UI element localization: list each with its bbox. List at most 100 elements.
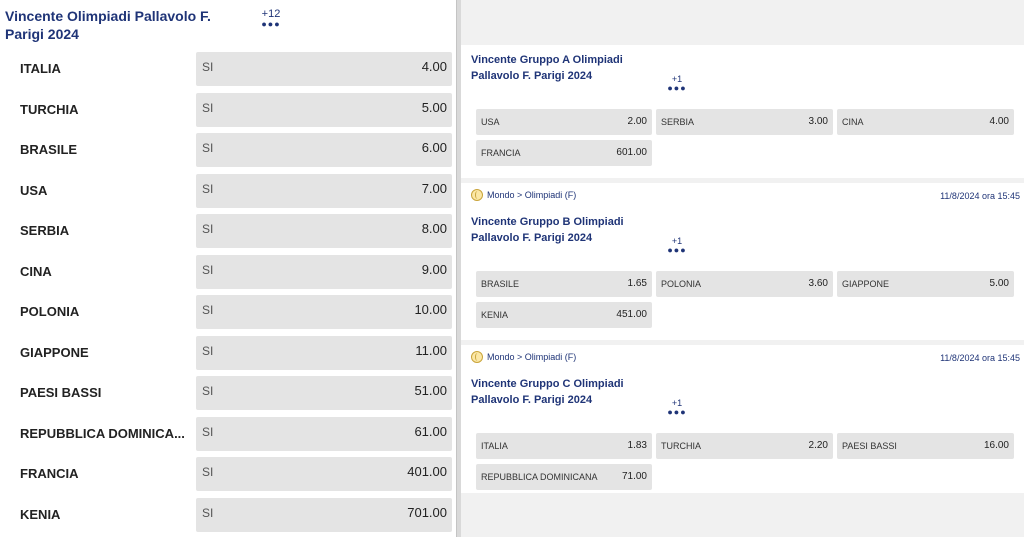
team-row: POLONIA SI 10.00: [0, 295, 456, 329]
group-title: Vincente Gruppo A Olimpiadi Pallavolo F.…: [471, 54, 623, 82]
team-row: GIAPPONE SI 11.00: [0, 336, 456, 370]
odd-button[interactable]: KENIA 451.00: [476, 302, 652, 328]
more-markets-button[interactable]: +1 ●●●: [666, 236, 688, 255]
team-name: SERBIA: [20, 223, 70, 238]
selection-label: SI: [202, 141, 214, 155]
group-card: Mondo > Olimpiadi (F) 11/8/2024 ora 15:4…: [461, 183, 1024, 340]
selection-label: SI: [202, 344, 214, 358]
odd-value: 51.00: [414, 383, 447, 398]
team-row: FRANCIA SI 401.00: [0, 457, 456, 491]
team-row: REPUBBLICA DOMINICA... SI 61.00: [0, 417, 456, 451]
odd-button[interactable]: SI 51.00: [196, 376, 452, 410]
option-label: PAESI BASSI: [842, 441, 897, 451]
team-name: BRASILE: [20, 142, 78, 157]
team-name: ITALIA: [20, 61, 61, 76]
more-markets-button[interactable]: +12 ●●●: [258, 8, 284, 29]
selection-label: SI: [202, 60, 214, 74]
odd-button[interactable]: FRANCIA 601.00: [476, 140, 652, 166]
selection-label: SI: [202, 303, 214, 317]
odd-value: 4.00: [421, 59, 447, 74]
volleyball-icon: [471, 189, 483, 201]
group-title: Vincente Gruppo B Olimpiadi Pallavolo F.…: [471, 216, 624, 244]
odd-value: 3.00: [808, 116, 828, 127]
odd-value: 401.00: [407, 464, 447, 479]
odd-value: 6.00: [421, 140, 447, 155]
odd-button[interactable]: SI 6.00: [196, 133, 452, 167]
odd-value: 701.00: [407, 505, 447, 520]
odd-value: 71.00: [621, 471, 647, 482]
odd-button[interactable]: SI 5.00: [196, 93, 452, 127]
odd-button[interactable]: SERBIA 3.00: [656, 109, 833, 135]
selection-label: SI: [202, 263, 214, 277]
odd-value: 451.00: [616, 309, 647, 320]
more-markets-button[interactable]: +1 ●●●: [666, 74, 688, 93]
option-label: CINA: [842, 117, 864, 127]
breadcrumb-text: Mondo > Olimpiadi (F): [487, 352, 577, 362]
odd-value: 61.00: [414, 424, 447, 439]
odd-button[interactable]: REPUBBLICA DOMINICANA 71.00: [476, 464, 652, 490]
odd-button[interactable]: SI 9.00: [196, 255, 452, 289]
odd-value: 1.65: [627, 278, 647, 289]
odd-button[interactable]: SI 11.00: [196, 336, 452, 370]
team-name: POLONIA: [20, 304, 80, 319]
odd-button[interactable]: SI 10.00: [196, 295, 452, 329]
odd-value: 5.00: [989, 278, 1009, 289]
team-row: SERBIA SI 8.00: [0, 214, 456, 248]
more-dots-icon: ●●●: [667, 245, 687, 255]
odd-value: 4.00: [989, 116, 1009, 127]
team-name: REPUBBLICA DOMINICA...: [20, 426, 185, 441]
option-label: ITALIA: [481, 441, 508, 451]
team-row: ITALIA SI 4.00: [0, 52, 456, 86]
odd-button[interactable]: SI 701.00: [196, 498, 452, 532]
team-row: CINA SI 9.00: [0, 255, 456, 289]
main-market-panel: Vincente Olimpiadi Pallavolo F. Parigi 2…: [0, 0, 456, 537]
odd-button[interactable]: POLONIA 3.60: [656, 271, 833, 297]
main-market-title: Vincente Olimpiadi Pallavolo F. Parigi 2…: [5, 8, 211, 42]
selection-label: SI: [202, 506, 214, 520]
option-label: POLONIA: [661, 279, 702, 289]
odd-button[interactable]: SI 401.00: [196, 457, 452, 491]
team-name: FRANCIA: [20, 466, 79, 481]
option-label: USA: [481, 117, 500, 127]
breadcrumb[interactable]: Mondo > Olimpiadi (F): [471, 189, 576, 201]
team-name: CINA: [20, 264, 52, 279]
odd-button[interactable]: SI 61.00: [196, 417, 452, 451]
team-name: USA: [20, 183, 48, 198]
selection-label: SI: [202, 425, 214, 439]
team-name: KENIA: [20, 507, 61, 522]
team-name: PAESI BASSI: [20, 385, 102, 400]
volleyball-icon: [471, 351, 483, 363]
group-markets-panel: Vincente Gruppo A Olimpiadi Pallavolo F.…: [461, 0, 1024, 537]
odd-button[interactable]: USA 2.00: [476, 109, 652, 135]
odd-value: 601.00: [616, 147, 647, 158]
event-date: 11/8/2024 ora 15:45: [940, 191, 1020, 201]
more-markets-button[interactable]: +1 ●●●: [666, 398, 688, 417]
page: Vincente Olimpiadi Pallavolo F. Parigi 2…: [0, 0, 1024, 537]
odd-value: 3.60: [808, 278, 828, 289]
group-card: Vincente Gruppo A Olimpiadi Pallavolo F.…: [461, 45, 1024, 178]
odd-value: 1.83: [627, 440, 647, 451]
odd-button[interactable]: SI 4.00: [196, 52, 452, 86]
odd-button[interactable]: ITALIA 1.83: [476, 433, 652, 459]
odd-button[interactable]: SI 8.00: [196, 214, 452, 248]
odd-value: 10.00: [414, 302, 447, 317]
breadcrumb-text: Mondo > Olimpiadi (F): [487, 190, 577, 200]
odd-button[interactable]: CINA 4.00: [837, 109, 1014, 135]
more-dots-icon: ●●●: [261, 19, 281, 29]
odd-button[interactable]: GIAPPONE 5.00: [837, 271, 1014, 297]
odd-button[interactable]: SI 7.00: [196, 174, 452, 208]
option-label: SERBIA: [661, 117, 695, 127]
odd-button[interactable]: PAESI BASSI 16.00: [837, 433, 1014, 459]
selection-label: SI: [202, 182, 214, 196]
odd-button[interactable]: TURCHIA 2.20: [656, 433, 833, 459]
team-row: BRASILE SI 6.00: [0, 133, 456, 167]
odd-value: 9.00: [421, 262, 447, 277]
team-row: TURCHIA SI 5.00: [0, 93, 456, 127]
odd-value: 7.00: [421, 181, 447, 196]
breadcrumb[interactable]: Mondo > Olimpiadi (F): [471, 351, 576, 363]
odd-value: 2.00: [627, 116, 647, 127]
more-dots-icon: ●●●: [667, 83, 687, 93]
odd-value: 2.20: [808, 440, 828, 451]
odd-button[interactable]: BRASILE 1.65: [476, 271, 652, 297]
event-date: 11/8/2024 ora 15:45: [940, 353, 1020, 363]
